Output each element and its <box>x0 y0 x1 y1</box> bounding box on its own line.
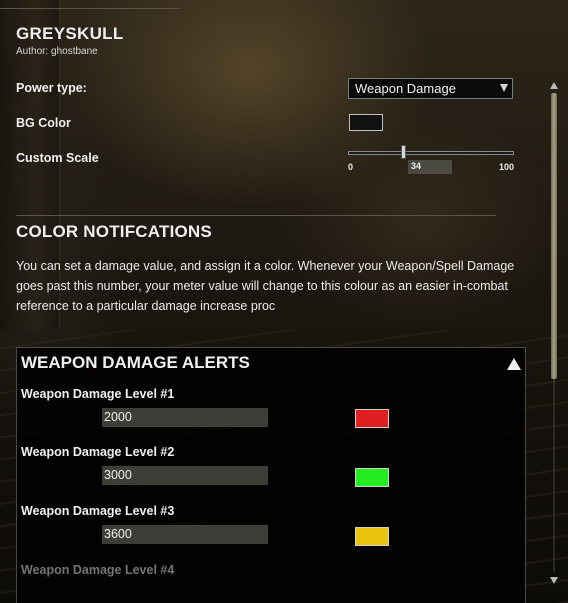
damage-level-3-color-swatch[interactable] <box>355 527 389 546</box>
collapse-arrow-icon[interactable] <box>507 358 521 370</box>
addon-settings-panel: GREYSKULL Author: ghostbane Power type: … <box>0 0 568 603</box>
damage-level-2-input[interactable]: 3000 <box>102 466 268 485</box>
power-type-dropdown[interactable]: Weapon Damage <box>348 78 513 99</box>
damage-level-3-input[interactable]: 3600 <box>102 525 268 544</box>
weapon-damage-alerts-title: WEAPON DAMAGE ALERTS <box>21 353 250 372</box>
damage-level-3-label: Weapon Damage Level #3 <box>21 504 175 518</box>
addon-author: Author: ghostbane <box>16 46 98 57</box>
chevron-down-icon <box>500 84 508 92</box>
bg-color-label: BG Color <box>16 116 71 130</box>
scroll-down-arrow-icon[interactable] <box>550 577 558 584</box>
weapon-damage-alerts-panel: WEAPON DAMAGE ALERTS Weapon Damage Level… <box>16 347 526 603</box>
damage-level-3-value: 3600 <box>104 527 132 541</box>
damage-level-2-value: 3000 <box>104 468 132 482</box>
bg-color-swatch[interactable] <box>349 114 383 131</box>
damage-level-1-color-swatch[interactable] <box>355 409 389 428</box>
scrollbar-thumb[interactable] <box>551 93 557 379</box>
damage-level-2-color-swatch[interactable] <box>355 468 389 487</box>
damage-level-4-label: Weapon Damage Level #4 <box>21 563 175 577</box>
damage-level-1-input[interactable]: 2000 <box>102 408 268 427</box>
power-type-label: Power type: <box>16 81 87 95</box>
damage-level-1-value: 2000 <box>104 410 132 424</box>
scroll-up-arrow-icon[interactable] <box>550 82 558 89</box>
addon-title: GREYSKULL <box>16 24 124 43</box>
damage-level-2-label: Weapon Damage Level #2 <box>21 445 175 459</box>
section-divider <box>16 215 496 216</box>
color-notifications-description: You can set a damage value, and assign i… <box>16 259 515 313</box>
damage-level-1-label: Weapon Damage Level #1 <box>21 387 175 401</box>
custom-scale-label: Custom Scale <box>16 151 99 165</box>
custom-scale-value-input[interactable]: 34 <box>408 160 452 174</box>
custom-scale-value: 34 <box>411 161 422 171</box>
color-notifications-title: COLOR NOTIFCATIONS <box>16 222 212 241</box>
power-type-selected: Weapon Damage <box>355 81 456 96</box>
custom-scale-slider-handle[interactable] <box>401 145 407 159</box>
slider-max-value: 100 <box>499 162 515 172</box>
slider-min-value: 0 <box>348 162 354 172</box>
custom-scale-slider-track[interactable] <box>348 151 514 155</box>
